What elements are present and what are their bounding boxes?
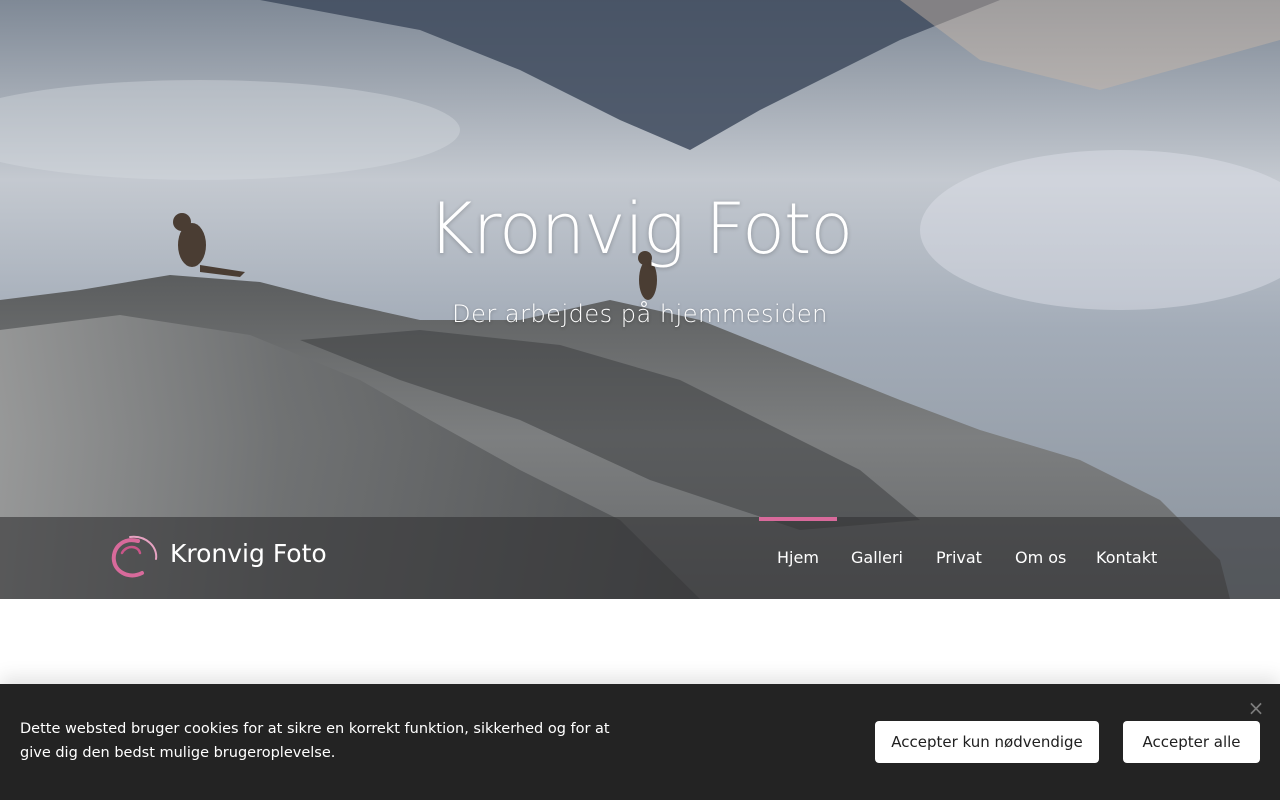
- hero-section: Kronvig Foto Der arbejdes på hjemmesiden…: [0, 0, 1280, 599]
- main-navbar: Kronvig Foto Hjem Galleri Privat Om os K…: [0, 517, 1280, 599]
- cookie-message: Dette websted bruger cookies for at sikr…: [20, 721, 610, 761]
- nav-item-privat[interactable]: Privat: [936, 517, 982, 599]
- nav-item-hjem[interactable]: Hjem: [759, 517, 837, 599]
- swirl-logo-icon[interactable]: [108, 533, 160, 583]
- nav-item-kontakt[interactable]: Kontakt: [1096, 517, 1157, 599]
- hero-title: Kronvig Foto: [427, 188, 853, 270]
- brand-name[interactable]: Kronvig Foto: [170, 539, 327, 568]
- hero-subtitle: Der arbejdes på hjemmesiden: [452, 300, 828, 328]
- accept-all-button[interactable]: Accepter alle: [1123, 721, 1260, 763]
- nav-item-galleri[interactable]: Galleri: [851, 517, 903, 599]
- nav-item-om-os[interactable]: Om os: [1015, 517, 1066, 599]
- cookie-banner: Dette websted bruger cookies for at sikr…: [0, 684, 1280, 800]
- close-icon[interactable]: ×: [1244, 696, 1268, 720]
- accept-necessary-button[interactable]: Accepter kun nødvendige: [875, 721, 1099, 763]
